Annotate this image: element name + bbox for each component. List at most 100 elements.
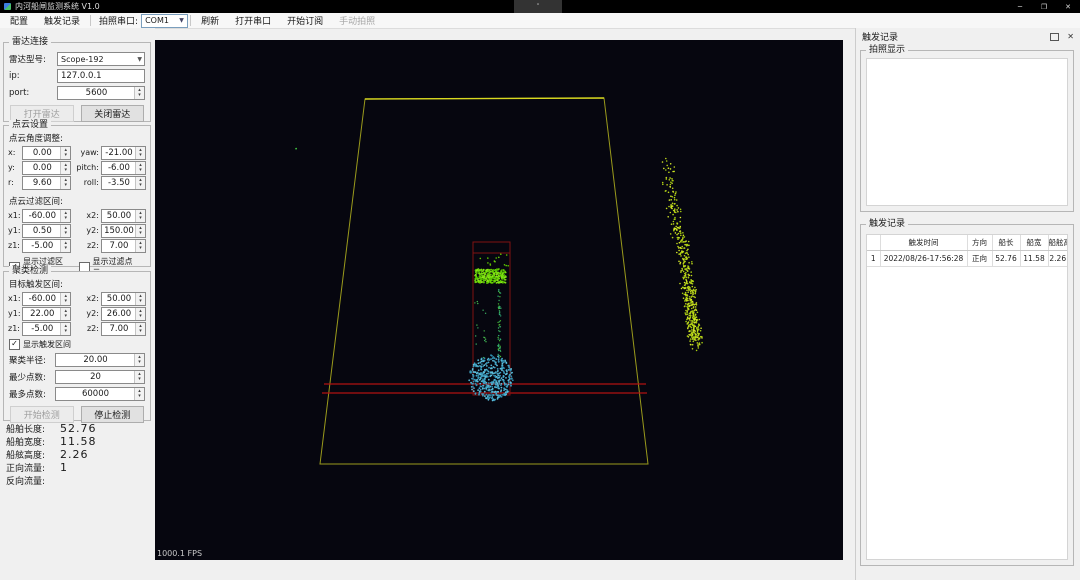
spin-down-icon[interactable]: ▾: [139, 313, 142, 319]
cluster-radius-value: 20.00: [83, 355, 108, 365]
spin-down-icon[interactable]: ▾: [139, 215, 142, 221]
spinbox[interactable]: 50.00 ▴ ▾: [100, 291, 146, 306]
menu-trigger-record[interactable]: 触发记录: [36, 13, 88, 28]
group-title: 点云设置: [9, 120, 52, 130]
trigger-rows: x1: -60.00 ▴ ▾ x2: 50.00 ▴ ▾ y1: 22.00 ▴ ▾ y2: 26.00 ▴…: [4, 291, 150, 336]
group-title: 聚类检测: [9, 266, 52, 276]
spin-down-icon[interactable]: ▾: [64, 245, 67, 251]
spin-down-icon[interactable]: ▾: [139, 167, 142, 173]
spin-down-icon[interactable]: ▾: [138, 377, 141, 382]
spin-down-icon[interactable]: ▾: [138, 360, 141, 365]
spin-down-icon[interactable]: ▾: [64, 152, 67, 158]
spin-row: y1: 0.50 ▴ ▾ y2: 150.00 ▴ ▾: [8, 223, 146, 238]
radar-model-combo[interactable]: Scope-192 ▼: [57, 52, 145, 66]
spinbox[interactable]: 7.00 ▴ ▾: [100, 321, 146, 336]
spin-down-icon[interactable]: ▾: [139, 182, 142, 188]
cluster-radius-spinbox[interactable]: 20.00 ▴ ▾: [55, 353, 145, 367]
spin-down-icon[interactable]: ▾: [64, 230, 67, 236]
spin-down-icon[interactable]: ▾: [64, 215, 67, 221]
spin-down-icon[interactable]: ▾: [139, 328, 142, 334]
spin-down-icon[interactable]: ▾: [64, 313, 67, 319]
spinbox[interactable]: -5.00 ▴ ▾: [22, 321, 72, 336]
group-title: 触发记录: [866, 219, 909, 229]
spin-down-icon[interactable]: ▾: [64, 182, 67, 188]
table-row[interactable]: 1 2022/08/26-17:56:28 正向 52.76 11.58 2.2…: [867, 250, 1067, 267]
spinbox[interactable]: -3.50 ▴ ▾: [100, 175, 146, 190]
spinbox[interactable]: -21.00 ▴ ▾: [100, 145, 146, 160]
angle-adjust-label: 点云角度调整:: [9, 134, 63, 144]
col-ship-width: 船宽: [1019, 235, 1049, 251]
ip-field[interactable]: 127.0.0.1: [57, 69, 145, 83]
close-button[interactable]: ✕: [1056, 0, 1080, 13]
spin-down-icon[interactable]: ▾: [64, 167, 67, 173]
spin-down-icon[interactable]: ▾: [139, 298, 142, 304]
spin-down-icon[interactable]: ▾: [64, 298, 67, 304]
chevron-down-icon: ˅: [536, 2, 540, 11]
dock-float-icon[interactable]: [1050, 32, 1060, 41]
spinbox[interactable]: 150.00 ▴ ▾: [100, 223, 146, 238]
menu-separator: [190, 15, 192, 26]
menu-refresh[interactable]: 刷新: [193, 13, 227, 28]
field-label: z1:: [8, 241, 20, 250]
group-title: 雷达连接: [9, 37, 52, 47]
table-header-row: 触发时间 方向 船长 船宽 船舷高: [867, 235, 1067, 251]
spin-arrows: ▴ ▾: [60, 224, 71, 237]
spinbox[interactable]: 9.60 ▴ ▾: [22, 175, 72, 190]
photo-display-group: 拍照显示: [860, 45, 1074, 212]
spin-arrows: ▴ ▾: [135, 292, 145, 305]
spinbox[interactable]: -60.00 ▴ ▾: [22, 208, 72, 223]
field-label: x1:: [8, 211, 21, 220]
spin-row: x: 0.00 ▴ ▾ yaw: -21.00 ▴ ▾: [8, 145, 146, 160]
close-radar-button[interactable]: 关闭雷达: [80, 105, 144, 122]
spin-down-icon[interactable]: ▾: [139, 245, 142, 251]
menu-manual-photo[interactable]: 手动拍照: [331, 13, 383, 28]
dock-close-icon[interactable]: ✕: [1067, 32, 1074, 41]
point-cluster-bank-cloud: [661, 157, 703, 352]
radar-connection-group: 雷达连接 雷达型号: Scope-192 ▼ ip: 127.0.0.1 por…: [3, 37, 151, 122]
spin-arrows: ▴ ▾: [60, 322, 71, 335]
spinbox[interactable]: 0.00 ▴ ▾: [22, 160, 72, 175]
max-points-label: 最多点数:: [9, 390, 46, 400]
pointcloud-viewport[interactable]: 1000.1 FPS: [155, 40, 843, 560]
spinbox[interactable]: 0.00 ▴ ▾: [22, 145, 72, 160]
maximize-button[interactable]: ❐: [1032, 0, 1056, 13]
photo-port-combo[interactable]: COM1 ▼: [141, 13, 189, 28]
spin-arrows: ▴ ▾: [60, 146, 71, 159]
menu-config[interactable]: 配置: [2, 13, 36, 28]
min-points-label: 最少点数:: [9, 373, 46, 383]
spin-arrows: ▴ ▾: [60, 307, 71, 320]
min-points-spinbox[interactable]: 20 ▴ ▾: [55, 370, 145, 384]
field-label: x2:: [86, 211, 99, 220]
show-trigger-region-checkbox[interactable]: ✓: [9, 339, 20, 350]
start-detect-button[interactable]: 开始检测: [10, 406, 74, 423]
trigger-records-table[interactable]: 触发时间 方向 船长 船宽 船舷高 1 2022/08/26-17:56:28 …: [866, 234, 1068, 560]
cell-ship-length: 52.76: [991, 250, 1021, 267]
minimize-button[interactable]: ─: [1008, 0, 1032, 13]
spin-down-icon[interactable]: ▾: [138, 394, 141, 399]
spinbox[interactable]: -60.00 ▴ ▾: [22, 291, 72, 306]
spinbox[interactable]: -6.00 ▴ ▾: [100, 160, 146, 175]
stop-detect-button[interactable]: 停止检测: [80, 406, 144, 423]
spin-arrows: ▴ ▾: [135, 307, 145, 320]
port-spinbox[interactable]: 5600 ▴ ▾: [57, 86, 145, 100]
menu-start-subscribe[interactable]: 开始订阅: [279, 13, 331, 28]
spin-down-icon[interactable]: ▾: [64, 328, 67, 334]
max-points-spinbox[interactable]: 60000 ▴ ▾: [55, 387, 145, 401]
field-label: y2:: [86, 309, 99, 318]
titlebar-drop-tab[interactable]: ˅: [514, 0, 562, 13]
photo-display-area: [866, 58, 1068, 206]
spinbox[interactable]: 50.00 ▴ ▾: [100, 208, 146, 223]
trigger-records-group: 触发记录 触发时间 方向 船长 船宽 船舷高 1 2022/08/26-17:5…: [860, 219, 1074, 566]
spinbox[interactable]: 7.00 ▴ ▾: [100, 238, 146, 253]
spin-down-icon[interactable]: ▾: [138, 93, 141, 98]
spinbox[interactable]: -5.00 ▴ ▾: [22, 238, 72, 253]
spin-down-icon[interactable]: ▾: [139, 152, 142, 158]
spinbox[interactable]: 26.00 ▴ ▾: [100, 306, 146, 321]
spin-down-icon[interactable]: ▾: [139, 230, 142, 236]
point-cluster-bow-water-cloud: [468, 354, 514, 402]
spin-arrows: ▴ ▾: [134, 87, 144, 99]
spinbox[interactable]: 22.00 ▴ ▾: [22, 306, 72, 321]
window-controls: ─ ❐ ✕: [1008, 0, 1080, 13]
spinbox[interactable]: 0.50 ▴ ▾: [22, 223, 72, 238]
menu-open-port[interactable]: 打开串口: [227, 13, 279, 28]
